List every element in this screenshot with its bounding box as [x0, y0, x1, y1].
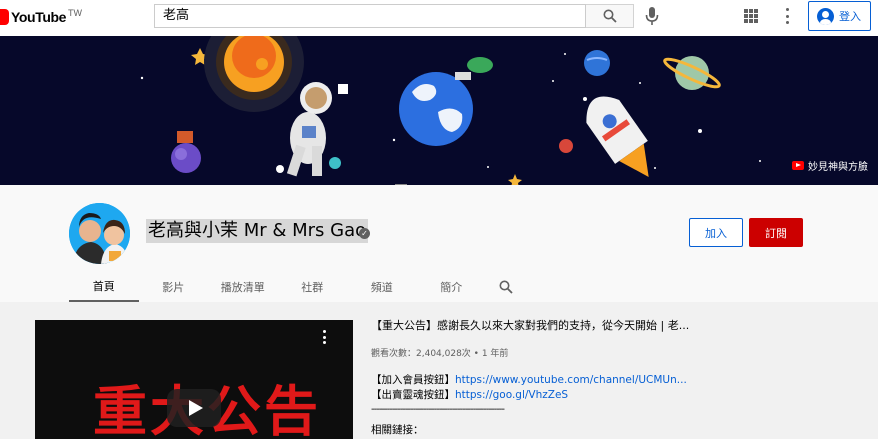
- tab-videos[interactable]: 影片: [139, 271, 209, 302]
- account-circle-icon: [817, 7, 834, 25]
- rocket: [586, 96, 649, 177]
- tab-playlists[interactable]: 播放清單: [208, 271, 278, 302]
- banner-link-label: 妙見神與方臉: [808, 162, 868, 173]
- signin-button[interactable]: 登入: [808, 1, 871, 31]
- video-title[interactable]: 【重大公告】感謝長久以來大家對我們的支持，從今天開始 | 老...: [371, 318, 691, 334]
- search-icon: [499, 280, 513, 294]
- video-meta: 觀看次數：2,404,028次 • 1 年前: [371, 349, 509, 359]
- search-icon: [603, 9, 617, 23]
- description-line-1-label: 【加入會員按鈕】: [371, 374, 455, 386]
- mic-icon[interactable]: [644, 6, 660, 26]
- avatar-image: [69, 203, 130, 264]
- apps-icon[interactable]: [744, 9, 758, 23]
- membership-link[interactable]: https://www.youtube.com/channel/UCMUn...: [455, 374, 687, 386]
- play-button[interactable]: [167, 389, 221, 427]
- tab-home[interactable]: 首頁: [69, 271, 139, 302]
- description-line-1: 【加入會員按鈕】https://www.youtube.com/channel/…: [371, 373, 691, 388]
- channel-banner: 妙見神與方臉: [0, 36, 878, 185]
- description-line-2-label: 【出賣靈魂按鈕】: [371, 389, 455, 401]
- video-more-icon[interactable]: [322, 330, 326, 344]
- tab-channels[interactable]: 頻道: [347, 271, 417, 302]
- masthead: YouTube TW 老高 登入: [0, 0, 878, 36]
- channel-search-button[interactable]: [486, 271, 526, 302]
- description-divider: ----------------------------------------…: [371, 404, 505, 415]
- channel-avatar[interactable]: [69, 203, 130, 264]
- featured-video-player[interactable]: 重大公告: [35, 320, 353, 439]
- youtube-small-icon: [792, 161, 804, 170]
- tab-about[interactable]: 簡介: [417, 271, 487, 302]
- join-button[interactable]: 加入: [689, 218, 743, 247]
- signin-label: 登入: [839, 10, 861, 23]
- channel-title: 老高與小茉 Mr & Mrs Gao: [146, 219, 369, 243]
- search-input[interactable]: 老高: [154, 4, 586, 28]
- channel-tabs: 首頁 影片 播放清單 社群 頻道 簡介: [69, 271, 526, 302]
- youtube-logo[interactable]: YouTube TW: [0, 9, 82, 25]
- related-links-label: 相關鏈接：: [371, 424, 424, 436]
- verified-badge-icon: ✓: [359, 228, 370, 239]
- more-vert-icon[interactable]: [785, 8, 789, 24]
- description-line-2: 【出賣靈魂按鈕】https://goo.gl/VhzZeS: [371, 388, 691, 403]
- youtube-logo-icon: [0, 9, 9, 25]
- banner-artwork: [140, 36, 761, 185]
- logo-wordmark: YouTube: [11, 9, 67, 25]
- search-input-value: 老高: [163, 8, 190, 23]
- country-code: TW: [68, 8, 83, 18]
- tab-community[interactable]: 社群: [278, 271, 348, 302]
- subscribe-button[interactable]: 訂閱: [749, 218, 803, 247]
- video-description: 【加入會員按鈕】https://www.youtube.com/channel/…: [371, 373, 691, 438]
- banner-channel-link[interactable]: 妙見神與方臉: [792, 158, 868, 173]
- featured-video-info: 【重大公告】感謝長久以來大家對我們的支持，從今天開始 | 老... 觀看次數：2…: [371, 318, 691, 438]
- search-button[interactable]: [586, 4, 634, 28]
- channel-header: 老高與小茉 Mr & Mrs Gao ✓ 加入 訂閱 首頁 影片 播放清單 社群…: [0, 185, 878, 302]
- shop-link[interactable]: https://goo.gl/VhzZeS: [455, 389, 568, 401]
